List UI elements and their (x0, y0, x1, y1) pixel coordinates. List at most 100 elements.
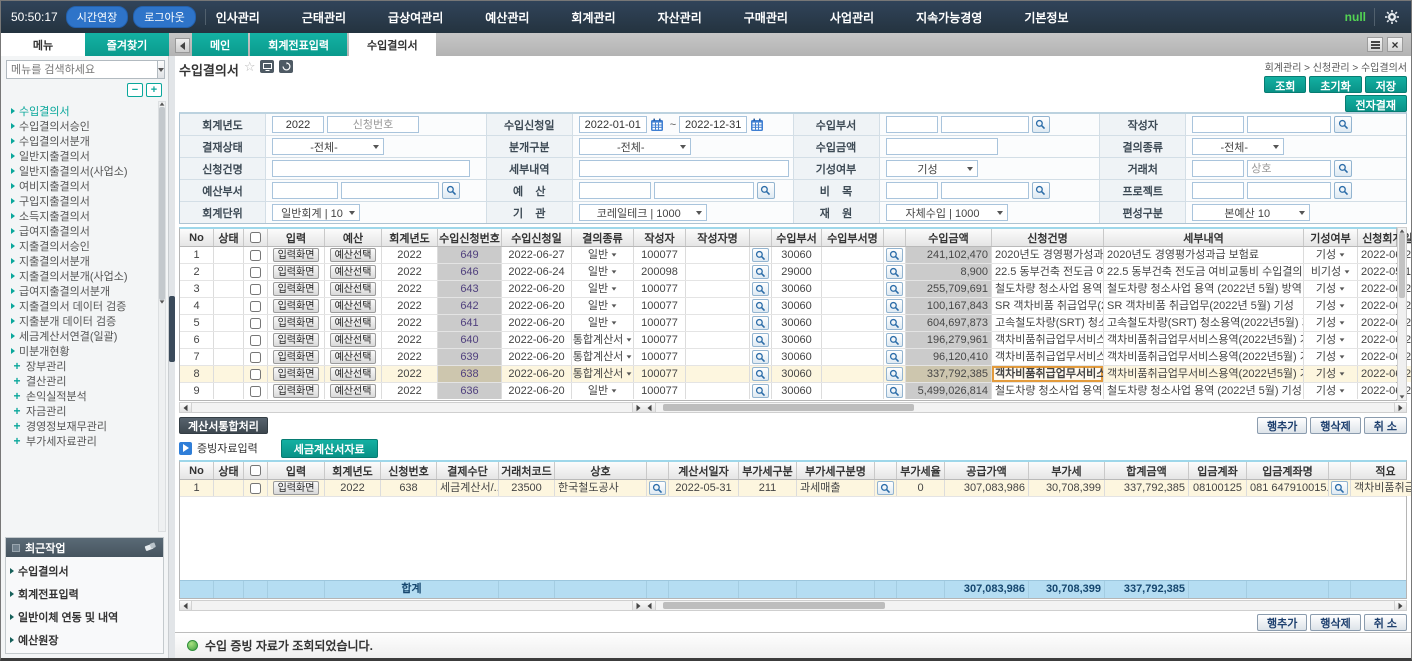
cell-title[interactable]: 2020년도 경영평가성과급 ... (992, 247, 1104, 263)
cell-no[interactable]: 8 (180, 366, 214, 382)
table-row[interactable]: 5입력화면예산선택20226412022-06-20일반100077300606… (180, 315, 1396, 332)
cell-dept[interactable]: 30060 (772, 298, 822, 314)
cell-status[interactable] (214, 247, 244, 263)
scroll-left-icon[interactable] (180, 601, 192, 610)
dropdown-cell[interactable]: 일반 (575, 383, 630, 399)
income-amount-input-1[interactable] (886, 138, 998, 155)
cell-dept_name[interactable] (822, 281, 884, 297)
search-lookup-icon[interactable] (442, 182, 460, 199)
input-screen-button[interactable]: 입력화면 (273, 367, 320, 381)
sidebar-item[interactable]: 수입결의서승인 (11, 118, 154, 133)
dropdown-cell[interactable]: 기성 (1307, 315, 1354, 331)
cell-writer_name[interactable] (686, 298, 750, 314)
cell-writer[interactable]: 200098 (634, 264, 686, 280)
cell-writer[interactable]: 100077 (634, 315, 686, 331)
cell-detail[interactable]: 2020년도 경영평가성과급 보험료 (1104, 247, 1304, 263)
sidebar-item[interactable]: 세금계산서연결(일괄) (11, 328, 154, 343)
scroll-right-icon[interactable] (632, 601, 644, 610)
cell-input_btn[interactable]: 입력화면 (268, 264, 325, 280)
cell-title[interactable]: 고속철도차량(SRT) 청소용... (992, 315, 1104, 331)
budget-dept-input-2[interactable] (341, 182, 439, 199)
tree-expand-icon[interactable]: + (11, 419, 23, 433)
cell-amount[interactable]: 196,279,961 (906, 332, 992, 348)
cell-dept_name[interactable] (822, 247, 884, 263)
cell-req_date[interactable]: 2022-06-20 (502, 281, 572, 297)
cell-amount[interactable]: 8,900 (906, 264, 992, 280)
cell-vendor[interactable]: 한국철도공사 (555, 480, 647, 496)
dropdown-cell[interactable]: 기성 (1307, 366, 1354, 382)
tree-expand-icon[interactable]: + (11, 434, 23, 448)
income-dept-input-1[interactable] (886, 116, 938, 133)
cell-detail[interactable]: 고속철도차량(SRT) 청소용역(2022년5월) 기성 (1104, 315, 1304, 331)
cell-checkbox[interactable] (244, 264, 268, 280)
table-row[interactable]: 1입력화면2022638세금계산서/...23500한국철도공사2022-05-… (180, 480, 1406, 497)
cell-status[interactable] (214, 366, 244, 382)
input-screen-button[interactable]: 입력화면 (273, 248, 320, 262)
sidebar-item[interactable]: +손익실적분석 (11, 388, 154, 403)
extend-time-button[interactable]: 시간연장 (66, 6, 128, 28)
tab-수입결의서[interactable]: 수입결의서 (349, 33, 436, 56)
scroll-left-icon[interactable] (180, 403, 192, 412)
cell-completion[interactable]: 기성 (1304, 366, 1358, 382)
cell-req_date[interactable]: 2022-06-20 (502, 349, 572, 365)
cell-no[interactable]: 7 (180, 349, 214, 365)
sidebar-item[interactable]: 지출결의서 데이터 검증 (11, 298, 154, 313)
header-checkbox[interactable] (250, 232, 261, 243)
dropdown-cell[interactable]: 통합계산서 (575, 366, 630, 382)
dropdown-cell[interactable]: 기성 (1307, 281, 1354, 297)
cell-year[interactable]: 2022 (382, 332, 438, 348)
tree-collapse-button[interactable]: − (127, 83, 143, 97)
cell-checkbox[interactable] (244, 247, 268, 263)
dropdown-cell[interactable]: 기성 (1307, 247, 1354, 263)
cell-detail[interactable]: 22.5 동부건축 전도금 여비교통비 수입결의(착... (1104, 264, 1304, 280)
cell-title[interactable]: SR 객차비품 취급업무(202... (992, 298, 1104, 314)
cell-req_date[interactable]: 2022-06-20 (502, 332, 572, 348)
budget-select-button[interactable]: 예산선택 (330, 367, 377, 381)
dropdown-cell[interactable]: 일반 (575, 247, 630, 263)
cell-vat_rate[interactable]: 0 (897, 480, 945, 496)
cell-detail[interactable]: 객차비품취급업무서비스용역(2022년5월) 기성 (1104, 349, 1304, 365)
cell-year[interactable]: 2022 (325, 480, 381, 496)
cell-vcode[interactable]: 23500 (499, 480, 555, 496)
cell-amount[interactable]: 604,697,873 (906, 315, 992, 331)
cell-completion[interactable]: 기성 (1304, 332, 1358, 348)
save-button[interactable]: 저장 (1365, 76, 1407, 93)
dropdown-cell[interactable]: 통합계산서 (575, 332, 630, 348)
search-lookup-icon[interactable] (886, 248, 903, 262)
cell-no[interactable]: 3 (180, 281, 214, 297)
cell-dept_name[interactable] (822, 315, 884, 331)
search-lookup-icon[interactable] (752, 384, 769, 398)
cell-remark[interactable]: 객차비품취급업무서비스용... (1351, 480, 1412, 496)
cell-status[interactable] (214, 383, 244, 399)
cell-lookup[interactable] (1329, 480, 1351, 496)
row-checkbox[interactable] (250, 250, 261, 261)
search-lookup-icon[interactable] (1032, 182, 1050, 199)
sidebar-item[interactable]: +결산관리 (11, 373, 154, 388)
cell-req_no[interactable]: 641 (438, 315, 502, 331)
sidebar-tab-즐겨찾기[interactable]: 즐겨찾기 (85, 33, 169, 56)
scroll-left-icon[interactable] (644, 403, 656, 412)
cell-bill_date[interactable]: 2022-05-31 (669, 480, 739, 496)
reset-button[interactable]: 초기화 (1309, 76, 1361, 93)
top-menu-item-1[interactable]: 인사관리 (216, 9, 260, 26)
budget-select-button[interactable]: 예산선택 (330, 265, 377, 279)
search-lookup-icon[interactable] (757, 182, 775, 199)
cell-vat_name[interactable]: 과세매출 (797, 480, 875, 496)
cell-dept_name[interactable] (822, 332, 884, 348)
row-checkbox[interactable] (250, 318, 261, 329)
cell-budget_btn[interactable]: 예산선택 (325, 264, 382, 280)
income-request-date-input-4[interactable] (679, 116, 747, 133)
electronic-approval-button[interactable]: 전자결재 (1345, 95, 1407, 112)
search-lookup-icon[interactable] (649, 481, 666, 495)
income-request-date-input-1[interactable] (579, 116, 647, 133)
cell-dec_type[interactable]: 일반 (572, 281, 634, 297)
cell-status[interactable] (214, 332, 244, 348)
budget-select-button[interactable]: 예산선택 (330, 282, 377, 296)
cell-dept[interactable]: 30060 (772, 366, 822, 382)
cell-detail[interactable]: 철도차량 청소사업 용역 (2022년 5월) 기성 (1104, 383, 1304, 399)
search-lookup-icon[interactable] (752, 248, 769, 262)
decision-type-select[interactable]: -전체- (1192, 138, 1284, 155)
grid1-horizontal-scrollbar[interactable] (179, 402, 1407, 413)
budget-input-2[interactable] (654, 182, 754, 199)
cell-req_no[interactable]: 646 (438, 264, 502, 280)
